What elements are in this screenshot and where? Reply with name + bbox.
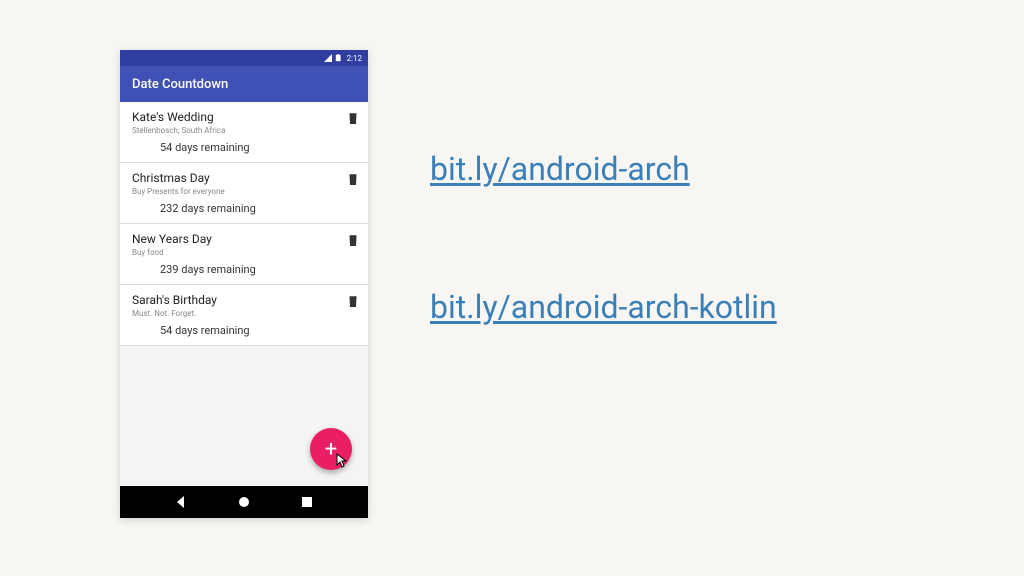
app-title: Date Countdown — [132, 77, 228, 92]
event-subtitle: Stellenbosch, South Africa — [132, 126, 348, 135]
event-title: Sarah's Birthday — [132, 293, 348, 307]
signal-icon — [324, 54, 332, 62]
list-item[interactable]: Christmas Day Buy Presents for everyone … — [120, 163, 368, 224]
event-subtitle: Buy food — [132, 248, 348, 257]
link-android-arch-kotlin[interactable]: bit.ly/android-arch-kotlin — [430, 288, 930, 326]
list-item[interactable]: New Years Day Buy food 239 days remainin… — [120, 224, 368, 285]
trash-icon[interactable] — [348, 112, 358, 124]
link-android-arch[interactable]: bit.ly/android-arch — [430, 150, 930, 188]
back-icon[interactable] — [174, 495, 188, 509]
trash-icon[interactable] — [348, 295, 358, 307]
nav-bar — [120, 486, 368, 518]
event-subtitle: Must. Not. Forget. — [132, 309, 348, 318]
links-area: bit.ly/android-arch bit.ly/android-arch-… — [430, 150, 930, 426]
event-info: Sarah's Birthday Must. Not. Forget. 54 d… — [132, 293, 348, 337]
home-icon[interactable] — [237, 495, 251, 509]
event-remaining: 239 days remaining — [160, 263, 348, 276]
event-title: Christmas Day — [132, 171, 348, 185]
battery-icon — [335, 54, 343, 62]
phone-frame: 2:12 Date Countdown Kate's Wedding Stell… — [120, 50, 368, 518]
event-title: Kate's Wedding — [132, 110, 348, 124]
list-item[interactable]: Kate's Wedding Stellenbosch, South Afric… — [120, 102, 368, 163]
list-item[interactable]: Sarah's Birthday Must. Not. Forget. 54 d… — [120, 285, 368, 346]
event-info: New Years Day Buy food 239 days remainin… — [132, 232, 348, 276]
status-bar: 2:12 — [120, 50, 368, 66]
event-remaining: 232 days remaining — [160, 202, 348, 215]
app-bar: Date Countdown — [120, 66, 368, 102]
trash-icon[interactable] — [348, 173, 358, 185]
app-content: Kate's Wedding Stellenbosch, South Afric… — [120, 102, 368, 486]
recents-icon[interactable] — [300, 495, 314, 509]
event-info: Christmas Day Buy Presents for everyone … — [132, 171, 348, 215]
trash-icon[interactable] — [348, 234, 358, 246]
event-info: Kate's Wedding Stellenbosch, South Afric… — [132, 110, 348, 154]
event-subtitle: Buy Presents for everyone — [132, 187, 348, 196]
status-icons — [324, 54, 343, 62]
cursor-icon — [336, 453, 348, 469]
event-remaining: 54 days remaining — [160, 141, 348, 154]
event-title: New Years Day — [132, 232, 348, 246]
status-time: 2:12 — [347, 54, 362, 63]
event-remaining: 54 days remaining — [160, 324, 348, 337]
